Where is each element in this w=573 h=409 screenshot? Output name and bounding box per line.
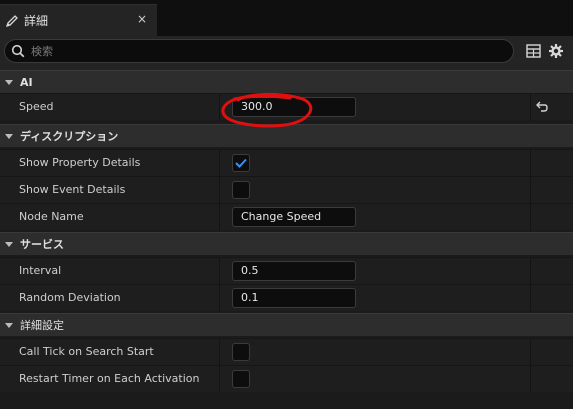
chevron-down-icon — [5, 134, 13, 139]
property-name: Show Property Details — [19, 156, 141, 169]
search-row — [0, 36, 573, 70]
section-service[interactable]: サービス — [0, 232, 573, 255]
divider — [219, 204, 220, 231]
divider — [530, 285, 531, 312]
property-name: Speed — [19, 100, 54, 113]
property-name: Restart Timer on Each Activation — [19, 372, 200, 385]
divider — [219, 366, 220, 393]
chevron-down-icon — [5, 323, 13, 328]
search-icon — [11, 44, 25, 58]
property-name: Node Name — [19, 210, 84, 223]
section-label: AI — [20, 75, 33, 89]
show-property-details-checkbox[interactable] — [232, 154, 250, 172]
divider — [219, 94, 220, 121]
property-name: Call Tick on Search Start — [19, 345, 154, 358]
property-row: Speed 300.0 — [0, 93, 573, 121]
section-advanced[interactable]: 詳細設定 — [0, 313, 573, 336]
property-row: Interval 0.5 — [0, 257, 573, 285]
property-row: Call Tick on Search Start — [0, 338, 573, 366]
divider — [219, 339, 220, 366]
checkmark-icon — [235, 158, 247, 168]
search-input[interactable] — [31, 44, 501, 58]
divider — [219, 150, 220, 177]
chevron-down-icon — [5, 80, 13, 85]
divider — [530, 339, 531, 366]
pencil-icon — [4, 13, 20, 29]
speed-field[interactable]: 300.0 — [232, 97, 356, 117]
divider — [530, 204, 531, 231]
section-label: サービス — [20, 238, 64, 251]
property-row: Restart Timer on Each Activation — [0, 365, 573, 393]
search-box[interactable] — [4, 39, 514, 63]
node-name-field[interactable]: Change Speed — [232, 207, 356, 227]
reset-to-default-icon[interactable] — [533, 99, 549, 115]
section-label: 詳細設定 — [20, 319, 64, 332]
property-row: Show Property Details — [0, 149, 573, 177]
property-row: Node Name Change Speed — [0, 203, 573, 231]
random-deviation-field[interactable]: 0.1 — [232, 288, 356, 308]
property-row: Random Deviation 0.1 — [0, 284, 573, 312]
tab-details[interactable]: 詳細 × — [0, 4, 157, 36]
table-icon[interactable] — [524, 42, 542, 60]
interval-field[interactable]: 0.5 — [232, 261, 356, 281]
property-name: Random Deviation — [19, 291, 121, 304]
section-label: ディスクリプション — [20, 130, 119, 143]
divider — [219, 177, 220, 204]
section-ai[interactable]: AI — [0, 70, 573, 93]
property-row: Show Event Details — [0, 176, 573, 204]
property-name: Show Event Details — [19, 183, 126, 196]
divider — [219, 258, 220, 285]
chevron-down-icon — [5, 242, 13, 247]
divider — [530, 94, 531, 121]
divider — [530, 177, 531, 204]
divider — [530, 258, 531, 285]
details-panel: AI Speed 300.0 ディスクリプション Show Property D… — [0, 70, 573, 409]
divider — [530, 150, 531, 177]
section-description[interactable]: ディスクリプション — [0, 124, 573, 147]
restart-timer-checkbox[interactable] — [232, 370, 250, 388]
divider — [219, 285, 220, 312]
divider — [530, 366, 531, 393]
tab-bar: 詳細 × — [0, 0, 573, 36]
show-event-details-checkbox[interactable] — [232, 181, 250, 199]
property-name: Interval — [19, 264, 62, 277]
tab-label: 詳細 — [24, 14, 49, 28]
close-icon[interactable]: × — [137, 12, 147, 26]
gear-icon[interactable] — [547, 42, 565, 60]
call-tick-on-search-start-checkbox[interactable] — [232, 343, 250, 361]
